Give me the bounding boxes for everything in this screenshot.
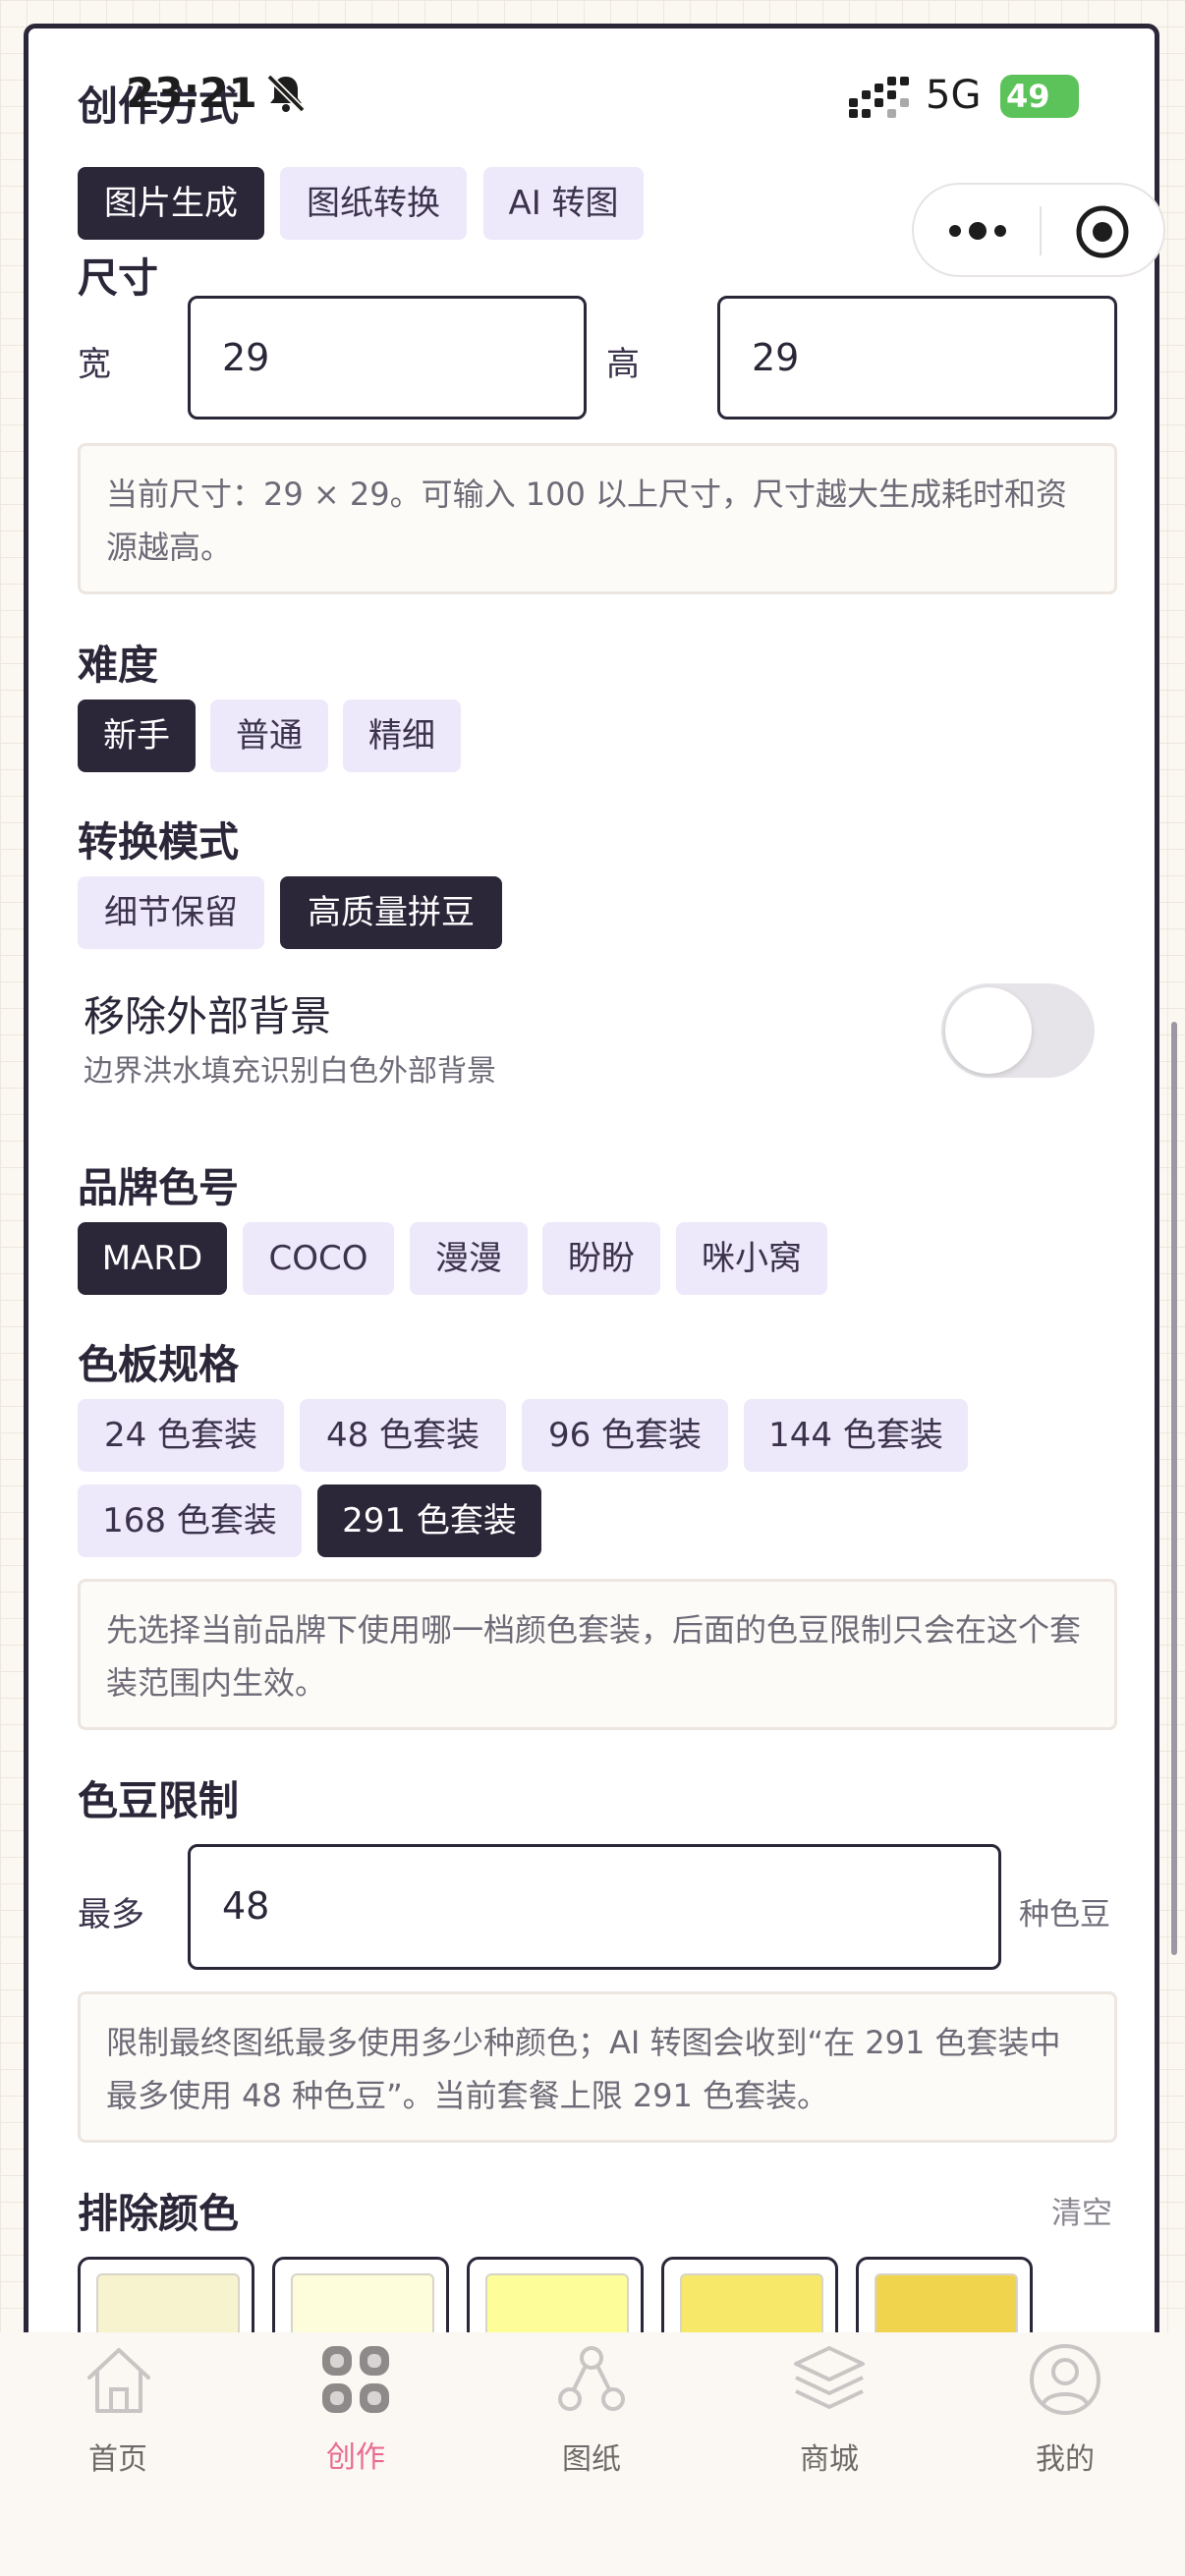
brand-mard[interactable]: MARD <box>78 1222 227 1295</box>
status-time: 23:21 <box>126 69 257 117</box>
toggle-knob <box>945 987 1032 1074</box>
convert-mode-title: 转换模式 <box>78 818 239 866</box>
brand-coco[interactable]: COCO <box>243 1222 394 1295</box>
height-label: 高 <box>606 345 640 384</box>
mode-ai-convert[interactable]: AI 转图 <box>483 167 644 240</box>
creation-panel: 创作方式 图片生成 图纸转换 AI 转图 尺寸 宽 29 高 29 当前尺寸：2… <box>24 24 1159 2401</box>
palette-291[interactable]: 291 色套装 <box>317 1484 541 1557</box>
battery-icon: 49 <box>1000 75 1079 118</box>
capsule-divider <box>1040 206 1042 255</box>
palette-144[interactable]: 144 色套装 <box>744 1399 968 1472</box>
palette-168[interactable]: 168 色套装 <box>78 1484 302 1557</box>
size-note: 当前尺寸：29 × 29。可输入 100 以上尺寸，尺寸越大生成耗时和资源越高。 <box>78 443 1117 594</box>
mute-bell-icon <box>263 71 309 120</box>
create-icon <box>322 2346 389 2413</box>
remove-bg-toggle[interactable] <box>941 983 1095 1078</box>
height-input[interactable]: 29 <box>717 296 1117 420</box>
palette-title: 色板规格 <box>78 1341 239 1388</box>
size-title: 尺寸 <box>78 254 158 302</box>
mode-image-generate[interactable]: 图片生成 <box>78 167 264 240</box>
bead-limit-suffix: 种色豆 <box>1019 1897 1110 1932</box>
scrollbar[interactable] <box>1171 1022 1177 1955</box>
difficulty-normal[interactable]: 普通 <box>210 700 328 772</box>
brand-title: 品牌色号 <box>78 1164 239 1211</box>
bead-limit-note: 限制最终图纸最多使用多少种颜色；AI 转图会收到“在 291 色套装中最多使用 … <box>78 1991 1117 2143</box>
bead-limit-input[interactable]: 48 <box>188 1844 1001 1970</box>
network-label: 5G <box>926 73 982 118</box>
more-dots-icon[interactable] <box>947 214 1008 252</box>
difficulty-title: 难度 <box>78 642 158 689</box>
width-label: 宽 <box>78 345 111 384</box>
difficulty-fine[interactable]: 精细 <box>343 700 461 772</box>
bead-limit-title: 色豆限制 <box>78 1777 239 1824</box>
remove-bg-title: 移除外部背景 <box>84 992 332 1040</box>
tab-pattern-label: 图纸 <box>562 2442 621 2477</box>
palette-48[interactable]: 48 色套装 <box>300 1399 506 1472</box>
exclude-title: 排除颜色 <box>78 2190 239 2237</box>
pattern-icon <box>558 2346 625 2411</box>
bead-limit-prefix: 最多 <box>78 1895 144 1934</box>
battery-level: 49 <box>1006 78 1050 115</box>
bottom-tab-bar: 首页 创作 图纸 商城 我的 <box>0 2332 1185 2576</box>
convert-detail-keep[interactable]: 细节保留 <box>78 876 264 949</box>
tab-profile-label: 我的 <box>1036 2442 1095 2477</box>
convert-high-quality[interactable]: 高质量拼豆 <box>280 876 502 949</box>
brand-mixiaowo[interactable]: 咪小窝 <box>676 1222 827 1295</box>
palette-note: 先选择当前品牌下使用哪一档颜色套装，后面的色豆限制只会在这个套装范围内生效。 <box>78 1579 1117 1730</box>
remove-bg-subtitle: 边界洪水填充识别白色外部背景 <box>84 1054 496 1089</box>
close-target-icon[interactable] <box>1075 204 1130 263</box>
tab-shop-label: 商城 <box>800 2442 859 2477</box>
brand-panpan[interactable]: 盼盼 <box>542 1222 660 1295</box>
tab-home-label: 首页 <box>88 2442 147 2477</box>
brand-manman[interactable]: 漫漫 <box>410 1222 528 1295</box>
exclude-clear-button[interactable]: 清空 <box>1051 2188 1112 2232</box>
shop-icon <box>794 2346 865 2409</box>
profile-icon <box>1030 2344 1100 2415</box>
palette-24[interactable]: 24 色套装 <box>78 1399 284 1472</box>
difficulty-beginner[interactable]: 新手 <box>78 700 196 772</box>
home-icon <box>87 2348 150 2413</box>
mode-pattern-convert[interactable]: 图纸转换 <box>280 167 467 240</box>
palette-96[interactable]: 96 色套装 <box>522 1399 728 1472</box>
signal-icon <box>849 77 910 122</box>
width-input[interactable]: 29 <box>188 296 587 420</box>
capsule-menu <box>912 183 1165 277</box>
tab-create-label: 创作 <box>326 2440 385 2475</box>
